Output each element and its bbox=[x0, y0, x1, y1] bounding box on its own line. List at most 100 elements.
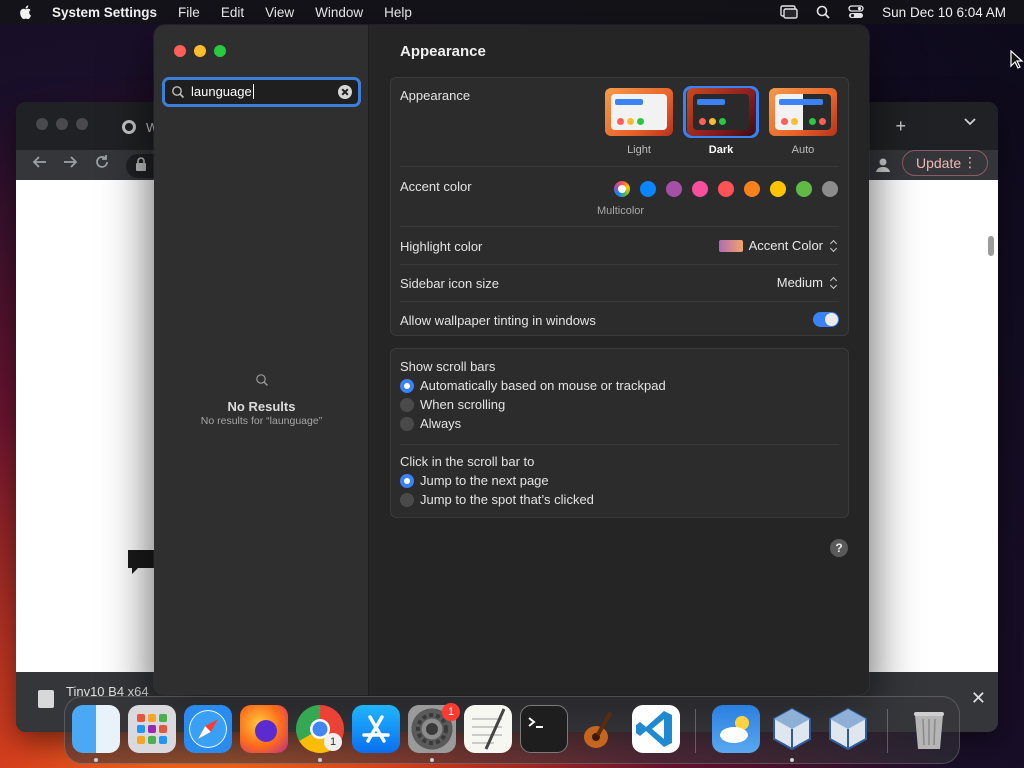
accent-blue-swatch[interactable] bbox=[640, 181, 656, 197]
control-center-icon[interactable] bbox=[848, 5, 864, 19]
menu-bar: System Settings File Edit View Window He… bbox=[0, 0, 1024, 24]
chrome-badge: 1 bbox=[324, 733, 342, 751]
download-bar-close-icon[interactable]: ✕ bbox=[971, 688, 986, 709]
menu-view[interactable]: View bbox=[265, 5, 294, 20]
scroll-bars-when-scrolling-radio[interactable]: When scrolling bbox=[400, 397, 505, 412]
menu-clock[interactable]: Sun Dec 10 6:04 AM bbox=[882, 5, 1006, 20]
more-menu-icon[interactable]: ⋮ bbox=[963, 154, 977, 171]
new-tab-icon[interactable]: + bbox=[895, 116, 906, 137]
accent-red-swatch[interactable] bbox=[718, 181, 734, 197]
browser-minimize-button[interactable] bbox=[56, 118, 68, 130]
chat-bubble-icon[interactable] bbox=[126, 548, 156, 576]
dock-weather-icon[interactable] bbox=[712, 705, 760, 753]
close-button[interactable] bbox=[174, 45, 186, 57]
jump-next-page-radio[interactable]: Jump to the next page bbox=[400, 473, 549, 488]
zoom-button[interactable] bbox=[214, 45, 226, 57]
cloud-sun-icon bbox=[720, 716, 749, 743]
menu-file[interactable]: File bbox=[178, 5, 200, 20]
search-value: launguage bbox=[191, 84, 252, 99]
scroll-bars-auto-radio[interactable]: Automatically based on mouse or trackpad bbox=[400, 378, 666, 393]
sidebar-icon-size-popup[interactable]: Medium bbox=[777, 275, 839, 290]
accent-purple-swatch[interactable] bbox=[666, 181, 682, 197]
browser-close-button[interactable] bbox=[36, 118, 48, 130]
forward-arrow-icon[interactable] bbox=[62, 154, 78, 170]
profile-icon[interactable] bbox=[874, 156, 892, 174]
sidebar-icon-size-label: Sidebar icon size bbox=[400, 276, 499, 291]
dock-virtualbox-icon[interactable] bbox=[768, 705, 816, 753]
highlight-color-label: Highlight color bbox=[400, 239, 483, 254]
dock-vscode-icon[interactable] bbox=[632, 705, 680, 753]
dock-separator bbox=[695, 709, 696, 753]
radio-dot bbox=[400, 378, 414, 393]
dock-launchpad-icon[interactable] bbox=[128, 705, 176, 753]
accent-pink-swatch[interactable] bbox=[692, 181, 708, 197]
dock-virtualbox-icon[interactable] bbox=[824, 705, 872, 753]
system-settings-window: launguage No Results No results for “lau… bbox=[154, 25, 869, 695]
dock-finder-icon[interactable] bbox=[72, 705, 120, 753]
wallpaper-tinting-toggle[interactable] bbox=[813, 312, 839, 327]
accent-yellow-swatch[interactable] bbox=[770, 181, 786, 197]
browser-update-button[interactable]: Update ⋮ bbox=[902, 150, 988, 176]
dock-firefox-icon[interactable] bbox=[240, 705, 288, 753]
accent-green-swatch[interactable] bbox=[796, 181, 812, 197]
accent-orange-swatch[interactable] bbox=[744, 181, 760, 197]
menu-help[interactable]: Help bbox=[384, 5, 412, 20]
trash-can-icon bbox=[914, 712, 944, 749]
updown-chevron-icon bbox=[829, 276, 839, 290]
compass-icon bbox=[190, 711, 226, 747]
browser-zoom-button[interactable] bbox=[76, 118, 88, 130]
jump-to-spot-radio[interactable]: Jump to the spot that’s clicked bbox=[400, 492, 594, 507]
dock-garageband-icon[interactable] bbox=[576, 705, 624, 753]
dock-trash-icon[interactable] bbox=[905, 705, 953, 753]
app-store-a-icon bbox=[362, 715, 390, 743]
radio-label: Jump to the spot that’s clicked bbox=[420, 492, 594, 507]
apple-menu-icon[interactable] bbox=[18, 4, 34, 20]
menu-edit[interactable]: Edit bbox=[221, 5, 244, 20]
dock: 1 1 bbox=[64, 696, 960, 764]
search-icon bbox=[255, 374, 268, 386]
minimize-button[interactable] bbox=[194, 45, 206, 57]
window-controls bbox=[174, 45, 226, 57]
appearance-card: Appearance Light Dark Auto Accent color … bbox=[390, 77, 849, 336]
back-arrow-icon[interactable] bbox=[32, 154, 48, 170]
auto-mode-thumbnail bbox=[769, 88, 837, 136]
search-field[interactable]: launguage bbox=[162, 77, 361, 107]
scroll-bars-always-radio[interactable]: Always bbox=[400, 416, 461, 431]
system-settings-badge: 1 bbox=[442, 703, 460, 721]
browser-window-controls bbox=[36, 118, 88, 130]
accent-graphite-swatch[interactable] bbox=[822, 181, 838, 197]
tab-search-chevron-icon[interactable] bbox=[964, 118, 976, 126]
text-caret bbox=[252, 84, 254, 99]
dock-app-store-icon[interactable] bbox=[352, 705, 400, 753]
radio-label: Always bbox=[420, 416, 462, 431]
dock-terminal-icon[interactable] bbox=[520, 705, 568, 753]
menu-app-name[interactable]: System Settings bbox=[52, 5, 157, 20]
screen-mirroring-icon[interactable] bbox=[780, 5, 798, 19]
virtualbox-cube-icon bbox=[829, 707, 867, 751]
radio-label: When scrolling bbox=[420, 397, 506, 412]
dock-safari-icon[interactable] bbox=[184, 705, 232, 753]
radio-label: Automatically based on mouse or trackpad bbox=[420, 378, 666, 393]
wallpaper-tinting-label: Allow wallpaper tinting in windows bbox=[400, 313, 596, 328]
radio-dot bbox=[400, 416, 414, 431]
help-button[interactable]: ? bbox=[830, 539, 848, 557]
browser-scrollbar[interactable] bbox=[988, 236, 994, 256]
divider bbox=[400, 301, 839, 302]
highlight-swatch bbox=[718, 239, 743, 252]
file-icon bbox=[38, 690, 54, 708]
clear-search-icon[interactable] bbox=[338, 85, 352, 99]
settings-main-pane: Appearance Appearance Light Dark Auto Ac… bbox=[370, 25, 869, 695]
spotlight-icon[interactable] bbox=[816, 5, 830, 19]
update-label: Update bbox=[916, 155, 962, 171]
appearance-label: Appearance bbox=[400, 88, 471, 103]
running-indicator bbox=[94, 758, 98, 762]
highlight-color-popup[interactable]: Accent Color bbox=[718, 238, 839, 253]
reload-icon[interactable] bbox=[94, 154, 110, 170]
accent-multicolor-swatch[interactable] bbox=[614, 181, 630, 197]
dark-option-label: Dark bbox=[708, 144, 734, 156]
divider bbox=[400, 166, 839, 167]
radio-dot bbox=[400, 473, 414, 488]
dock-textedit-icon[interactable] bbox=[464, 705, 512, 753]
search-input[interactable]: launguage bbox=[191, 84, 254, 99]
menu-window[interactable]: Window bbox=[315, 5, 363, 20]
